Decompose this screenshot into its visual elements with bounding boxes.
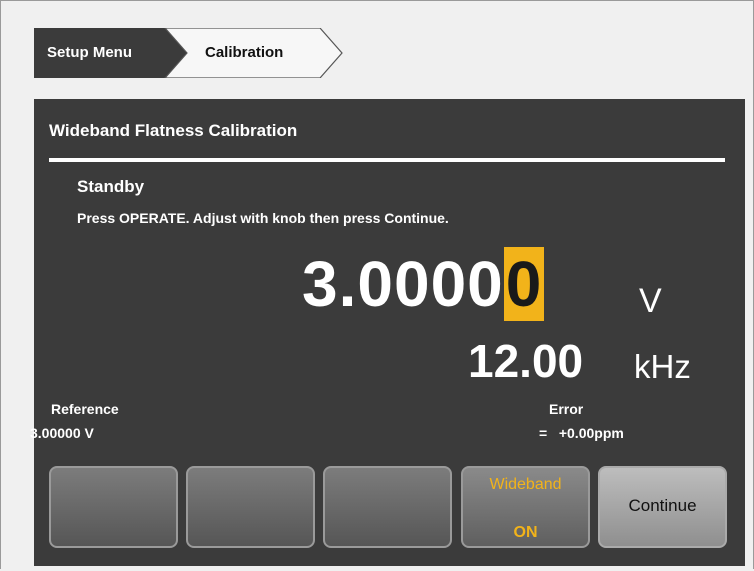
softkey-wideband-label: Wideband [489,476,562,493]
title-divider [49,158,725,162]
edit-cursor-digit[interactable]: 0 [503,247,545,321]
breadcrumb-setup-menu[interactable]: Setup Menu [47,44,132,61]
output-unit: V [639,282,662,320]
output-value-digits: 3.0000 [302,248,504,320]
softkey-wideband-state: ON [513,524,538,541]
calibration-panel: Wideband Flatness Calibration Standby Pr… [30,99,745,566]
continue-button-label: Continue [628,496,697,515]
error-value: = +0.00ppm [539,425,624,441]
frequency-unit: kHz [634,348,691,385]
status-text: Standby [77,177,145,196]
softkey-1[interactable] [49,466,178,548]
error-label: Error [549,401,584,417]
softkey-2[interactable] [186,466,315,548]
continue-button[interactable]: Continue [598,466,727,548]
instruction-text: Press OPERATE. Adjust with knob then pre… [77,210,449,226]
breadcrumb: Setup Menu Calibration [34,28,354,78]
breadcrumb-calibration[interactable]: Calibration [205,44,283,61]
frequency-value[interactable]: 12.00 [468,334,583,388]
reference-value: 3.00000 V [30,425,94,441]
reference-label: Reference [51,401,119,417]
softkey-3[interactable] [323,466,452,548]
softkey-wideband[interactable]: Wideband ON [461,466,590,548]
output-value[interactable]: 3.00000 [302,247,545,321]
panel-title: Wideband Flatness Calibration [49,121,298,140]
